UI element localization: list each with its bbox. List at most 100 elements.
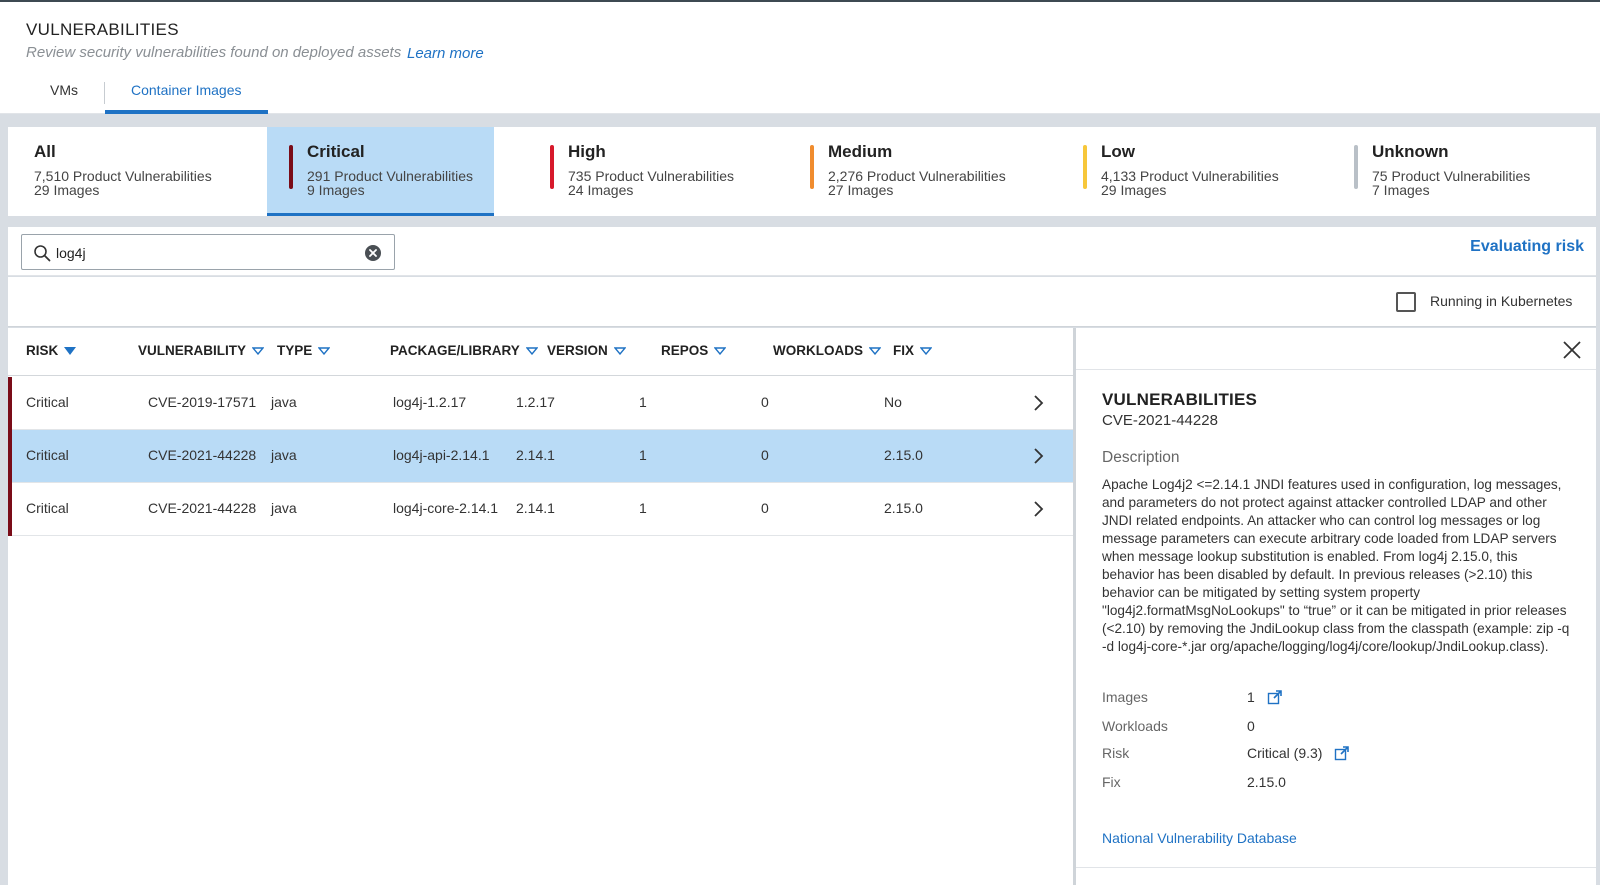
panel-divider [1076,867,1596,868]
risk-value: Critical (9.3) [1247,745,1350,761]
risk-label: Risk [1102,745,1130,761]
severity-color-bar [1354,145,1358,189]
national-vulnerability-database-link[interactable]: National Vulnerability Database [1102,830,1297,846]
cell-package: log4j-core-2.14.1 [393,500,499,516]
cell-repos: 1 [639,500,647,516]
details-title: VULNERABILITIES [1102,390,1258,409]
filter-icon [714,346,727,355]
risk-indicator [8,483,12,536]
filter-bar: Running in Kubernetes [8,277,1596,327]
cell-workloads: 0 [761,447,769,463]
column-header-label: VERSION [547,343,608,358]
search-icon [34,245,51,262]
filter-icon [525,346,538,355]
column-header-fix[interactable]: FIX [893,343,933,358]
external-link-icon[interactable] [1267,689,1283,705]
cell-repos: 1 [639,447,647,463]
filter-icon [920,346,933,355]
clear-search-icon[interactable] [364,244,382,262]
severity-card-image-count: 29 Images [34,182,100,198]
severity-card-all[interactable]: All 7,510 Product Vulnerabilities 29 Ima… [8,127,267,216]
severity-card-title: Low [1101,142,1135,161]
cell-version: 1.2.17 [516,394,555,410]
column-header-repos[interactable]: REPOS [661,343,727,358]
search-toolbar: Evaluating risk [8,227,1596,276]
chevron-right-icon[interactable] [1033,447,1045,465]
column-header-label: RISK [26,343,59,358]
cell-version: 2.14.1 [516,447,555,463]
running-in-kubernetes-label: Running in Kubernetes [1430,293,1573,309]
page-header: VULNERABILITIES Review security vulnerab… [0,2,1600,114]
severity-card-title: All [34,142,56,161]
images-value: 1 [1247,689,1283,705]
severity-card-medium[interactable]: Medium 2,276 Product Vulnerabilities 27 … [768,127,1039,216]
tab-vms[interactable]: VMs [26,74,104,114]
cell-version: 2.14.1 [516,500,555,516]
column-header-label: PACKAGE/LIBRARY [390,343,520,358]
severity-summary: All 7,510 Product Vulnerabilities 29 Ima… [8,127,1596,216]
vulnerability-table: RISK VULNERABILITY TYPE PACKAGE/LIBRARY … [8,328,1073,885]
column-header-risk[interactable]: RISK [26,343,77,358]
column-header-label: WORKLOADS [773,343,863,358]
details-cve-id: CVE-2021-44228 [1102,412,1218,429]
column-header-label: VULNERABILITY [138,343,246,358]
column-header-version[interactable]: VERSION [547,343,626,358]
column-header-label: REPOS [661,343,709,358]
asset-tabs: VMs Container Images [26,74,268,114]
cell-repos: 1 [639,394,647,410]
table-row[interactable]: Critical CVE-2021-44228 java log4j-api-2… [8,430,1073,483]
running-in-kubernetes-checkbox[interactable] [1396,292,1416,312]
fix-value: 2.15.0 [1247,774,1286,790]
table-row[interactable]: Critical CVE-2021-44228 java log4j-core-… [8,483,1073,536]
workloads-label: Workloads [1102,718,1168,734]
tab-container-images[interactable]: Container Images [105,74,268,114]
images-label: Images [1102,689,1148,705]
cell-risk: Critical [26,500,69,516]
severity-color-bar [1083,145,1087,189]
description-text: Apache Log4j2 <=2.14.1 JNDI features use… [1102,477,1570,654]
cell-type: java [271,500,297,516]
table-row[interactable]: Critical CVE-2019-17571 java log4j-1.2.1… [8,377,1073,430]
severity-card-title: High [568,142,606,161]
column-header-package[interactable]: PACKAGE/LIBRARY [390,343,538,358]
cell-package: log4j-api-2.14.1 [393,447,490,463]
cell-package: log4j-1.2.17 [393,394,467,410]
learn-more-link[interactable]: Learn more [407,45,484,62]
risk-indicator [8,430,12,483]
cell-fix: 2.15.0 [884,447,923,463]
evaluating-risk-link[interactable]: Evaluating risk [1470,238,1584,256]
severity-card-high[interactable]: High 735 Product Vulnerabilities 24 Imag… [494,127,768,216]
sort-desc-icon [64,346,77,355]
page-title: VULNERABILITIES [26,20,179,39]
severity-card-image-count: 27 Images [828,182,894,198]
severity-card-title: Unknown [1372,142,1449,161]
severity-color-bar [289,145,293,189]
chevron-right-icon[interactable] [1033,500,1045,518]
severity-card-image-count: 7 Images [1372,182,1430,198]
risk-score: Critical (9.3) [1247,745,1323,761]
cell-fix: 2.15.0 [884,500,923,516]
cell-vulnerability: CVE-2019-17571 [148,394,257,410]
severity-card-critical[interactable]: Critical 291 Product Vulnerabilities 9 I… [267,127,494,216]
column-header-label: TYPE [277,343,313,358]
column-header-label: FIX [893,343,915,358]
cell-vulnerability: CVE-2021-44228 [148,447,257,463]
filter-icon [318,346,331,355]
search-input[interactable] [56,242,356,264]
search-box[interactable] [21,234,395,270]
cell-risk: Critical [26,447,69,463]
filter-icon [869,346,881,355]
severity-color-bar [810,145,814,189]
cell-vulnerability: CVE-2021-44228 [148,500,257,516]
close-icon[interactable] [1562,340,1582,360]
severity-card-title: Medium [828,142,893,161]
fix-label: Fix [1102,774,1121,790]
chevron-right-icon[interactable] [1033,394,1045,412]
external-link-icon[interactable] [1334,745,1350,761]
column-header-workloads[interactable]: WORKLOADS [773,343,881,358]
severity-card-unknown[interactable]: Unknown 75 Product Vulnerabilities 7 Ima… [1312,127,1596,216]
severity-card-low[interactable]: Low 4,133 Product Vulnerabilities 29 Ima… [1039,127,1312,216]
cell-type: java [271,394,297,410]
column-header-type[interactable]: TYPE [277,343,331,358]
column-header-vulnerability[interactable]: VULNERABILITY [138,343,264,358]
